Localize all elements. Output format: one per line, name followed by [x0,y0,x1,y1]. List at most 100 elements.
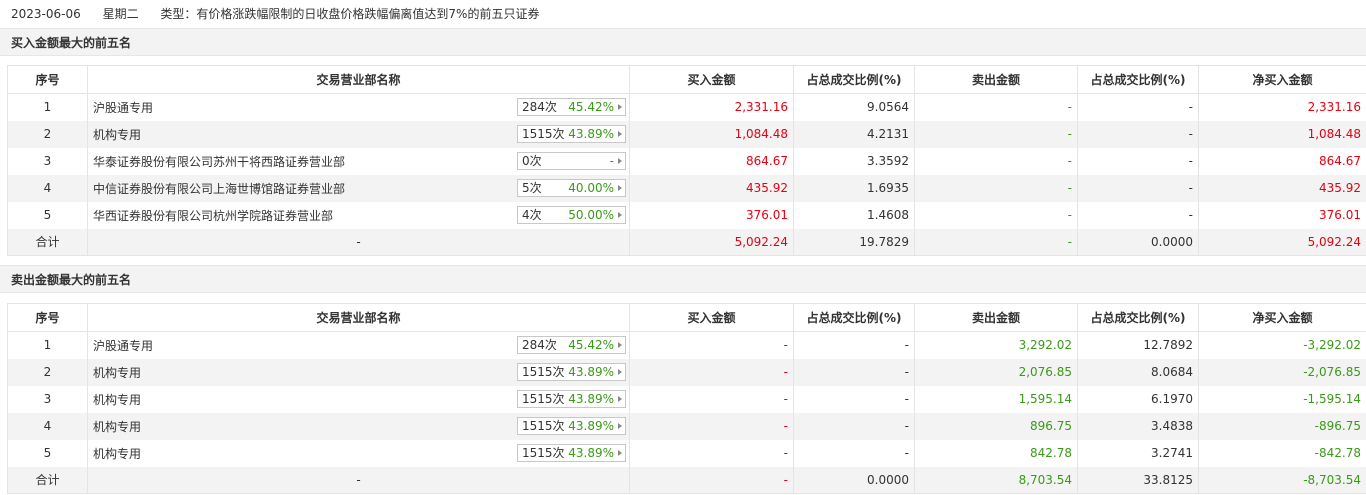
triangle-right-icon [618,130,622,137]
branch-stats-badge[interactable]: 1515次 43.89% [517,416,626,435]
net-amount: 864.67 [1198,147,1366,175]
col-header-buy-amount: 买入金额 [629,65,794,94]
total-net-amount: -8,703.54 [1198,466,1366,494]
sell-ratio: 3.4838 [1077,412,1199,440]
row-index: 2 [7,120,88,148]
table-row: 1 沪股通专用 284次 45.42% 2,331.16 9.0564- -2,331.16 [7,93,1366,121]
sell-amount: - [914,93,1078,121]
row-index: 5 [7,201,88,229]
buy-ratio: - [793,331,915,359]
buy-ratio: - [793,439,915,467]
sell-ratio: - [1077,147,1199,175]
sell-amount: - [914,147,1078,175]
win-rate: 43.89% [568,364,614,379]
table-row: 5 华西证券股份有限公司杭州学院路证券营业部 4次 50.00% 376.01 1.460… [7,201,1366,229]
buy-amount: - [629,439,794,467]
col-header-index: 序号 [7,303,88,332]
table-row: 3 华泰证券股份有限公司苏州干将西路证券营业部 0次 -864.67 3.3592- -8… [7,147,1366,175]
branch-name-cell: 华西证券股份有限公司杭州学院路证券营业部 4次 50.00% [87,201,630,229]
buy-ratio: 4.2131 [793,120,915,148]
triangle-right-icon [618,157,622,164]
total-label: 合计 [7,228,88,256]
branch-name-link[interactable]: 机构专用 [93,128,141,142]
win-rate: 43.89% [568,126,614,141]
branch-stats-badge[interactable]: 5次 40.00% [517,178,626,197]
branch-stats-badge[interactable]: 4次 50.00% [517,205,626,224]
info-bar: 2023-06-06 星期二 类型：有价格涨跌幅限制的日收盘价格跌幅偏离值达到7… [0,0,1366,28]
branch-name-link[interactable]: 华泰证券股份有限公司苏州干将西路证券营业部 [93,155,345,169]
buy-amount: - [629,412,794,440]
total-label: 合计 [7,466,88,494]
sell-ratio: - [1077,120,1199,148]
net-amount: -2,076.85 [1198,358,1366,386]
col-header-sell-ratio: 占总成交比例(%) [1077,303,1199,332]
buy-amount: 2,331.16 [629,93,794,121]
triangle-right-icon [618,422,622,429]
triangle-right-icon [618,104,622,110]
sell-ratio: 3.2741 [1077,439,1199,467]
net-amount: 2,331.16 [1198,93,1366,121]
branch-name-link[interactable]: 沪股通专用 [93,101,153,115]
branch-stats-badge[interactable]: 1515次 43.89% [517,362,626,381]
sell-amount: 2,076.85 [914,358,1078,386]
trade-date: 2023-06-06 [11,7,81,21]
row-index: 3 [7,147,88,175]
sell-ratio: 8.0684 [1077,358,1199,386]
branch-name-link[interactable]: 机构专用 [93,393,141,407]
sell-ratio: - [1077,174,1199,202]
win-rate: 45.42% [568,338,614,352]
total-sell-amount: 8,703.54 [914,466,1078,494]
total-net-amount: 5,092.24 [1198,228,1366,256]
triangle-right-icon [618,342,622,348]
win-rate: 43.89% [568,391,614,406]
branch-name-link[interactable]: 机构专用 [93,447,141,461]
branch-stats-badge[interactable]: 1515次 43.89% [517,389,626,408]
branch-stats-badge[interactable]: 1515次 43.89% [517,124,626,143]
branch-name-link[interactable]: 华西证券股份有限公司杭州学院路证券营业部 [93,209,333,223]
branch-name-link[interactable]: 沪股通专用 [93,339,153,353]
sell-amount: - [914,120,1078,148]
col-header-index: 序号 [7,65,88,94]
col-header-sell-amount: 卖出金额 [914,303,1078,332]
branch-name-link[interactable]: 机构专用 [93,420,141,434]
net-amount: 435.92 [1198,174,1366,202]
branch-name-link[interactable]: 机构专用 [93,366,141,380]
table-header-row: 序号 交易营业部名称 买入金额 占总成交比例(%) 卖出金额 占总成交比例(%)… [7,303,1366,332]
row-index: 4 [7,412,88,440]
triangle-right-icon [618,449,622,456]
total-sell-ratio: 33.8125 [1077,466,1199,494]
total-row: 合计 - -0.0000 8,703.54 33.8125 -8,703.54 [7,466,1366,494]
buy-ratio: - [793,358,915,386]
triangle-right-icon [618,184,622,191]
appearance-count: 284次 [522,338,557,352]
buy-amount: - [629,331,794,359]
buy-amount: 435.92 [629,174,794,202]
buy-ratio: - [793,385,915,413]
buy-amount: - [629,358,794,386]
win-rate: 43.89% [568,418,614,433]
branch-name-cell: 沪股通专用 284次 45.42% [87,331,630,359]
col-header-branch: 交易营业部名称 [87,303,630,332]
branch-name-cell: 机构专用 1515次 43.89% [87,358,630,386]
branch-stats-badge[interactable]: 0次 - [517,151,626,170]
buy-amount: 864.67 [629,147,794,175]
sell-ratio: - [1077,93,1199,121]
sell-amount: 842.78 [914,439,1078,467]
col-header-buy-ratio: 占总成交比例(%) [793,65,915,94]
branch-stats-badge[interactable]: 284次 45.42% [517,336,626,354]
appearance-count: 284次 [522,100,557,114]
list-type: 类型：有价格涨跌幅限制的日收盘价格跌幅偏离值达到7%的前五只证券 [160,7,540,21]
row-index: 4 [7,174,88,202]
branch-name-cell: 机构专用 1515次 43.89% [87,120,630,148]
appearance-count: 0次 [522,153,542,168]
branch-stats-badge[interactable]: 1515次 43.89% [517,443,626,462]
branch-name-link[interactable]: 中信证券股份有限公司上海世博馆路证券营业部 [93,182,345,196]
appearance-count: 1515次 [522,126,565,141]
table-header-row: 序号 交易营业部名称 买入金额 占总成交比例(%) 卖出金额 占总成交比例(%)… [7,65,1366,94]
win-rate: - [609,153,614,168]
sell-amount: - [914,201,1078,229]
table-row: 2 机构专用 1515次 43.89% - -2,076.85 8.0684 -2,076.8… [7,358,1366,386]
branch-stats-badge[interactable]: 284次 45.42% [517,98,626,116]
appearance-count: 5次 [522,180,542,195]
sell-amount: 3,292.02 [914,331,1078,359]
